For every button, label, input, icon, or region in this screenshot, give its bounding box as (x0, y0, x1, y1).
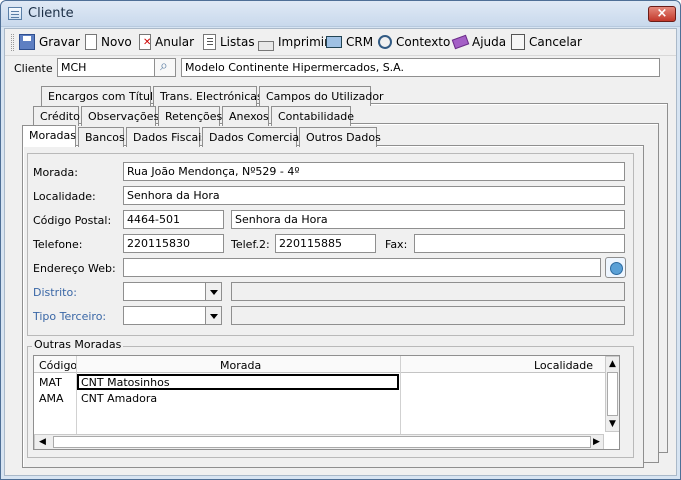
scroll-up-icon[interactable]: ▲ (609, 360, 616, 369)
crm-icon (326, 36, 342, 48)
scroll-right-icon[interactable]: ▶ (593, 438, 600, 447)
morada-label: Morada: (33, 166, 78, 179)
localidade-label: Localidade: (33, 190, 96, 203)
dropdown-arrow-icon[interactable] (205, 307, 221, 324)
list-icon (203, 34, 216, 50)
new-document-icon (85, 34, 97, 50)
toolbar: Gravar Novo Anular Listas Imprimir CRM C… (5, 29, 676, 56)
vertical-scrollbar[interactable]: ▲ ▼ (605, 356, 619, 432)
void-button[interactable]: Anular (139, 32, 194, 52)
district-label[interactable]: Distrito: (33, 286, 77, 299)
column-header-codigo[interactable]: Código (39, 359, 77, 372)
client-area: Gravar Novo Anular Listas Imprimir CRM C… (4, 28, 677, 476)
context-gear-icon (378, 35, 392, 49)
phone-label: Telefone: (33, 238, 83, 251)
web-address-label: Endereço Web: (33, 262, 116, 275)
tab-dados-comerciais[interactable]: Dados Comerciais (202, 127, 308, 147)
void-document-icon (139, 34, 151, 50)
row-address[interactable]: CNT Matosinhos (81, 376, 170, 389)
postal-locality-field[interactable]: Senhora da Hora (231, 210, 625, 229)
postal-code-field[interactable]: 4464-501 (123, 210, 224, 229)
column-header-localidade[interactable]: Localidade (534, 359, 593, 372)
save-button[interactable]: Gravar (19, 32, 80, 52)
toolbar-grip-icon[interactable] (11, 34, 14, 51)
phone2-field[interactable]: 220115885 (275, 234, 376, 253)
other-addresses-title: Outras Moradas (32, 338, 124, 351)
window-title: Cliente (28, 6, 74, 21)
horizontal-scrollbar[interactable]: ◀ ▶ (34, 434, 604, 449)
vertical-scroll-thumb[interactable] (607, 372, 618, 416)
dropdown-arrow-icon[interactable] (205, 283, 221, 300)
tab-outros-dados[interactable]: Outros Dados (299, 127, 381, 147)
row-code[interactable]: MAT (39, 376, 62, 389)
web-address-field[interactable] (123, 258, 601, 277)
scroll-down-icon[interactable]: ▼ (609, 420, 616, 429)
tab-trans-electronicas[interactable]: Trans. Electrónicas (153, 86, 263, 106)
tab-bancos[interactable]: Bancos (78, 127, 125, 147)
tab-anexos[interactable]: Anexos (222, 106, 269, 126)
district-select[interactable] (123, 282, 222, 301)
tab-campos-utilizador[interactable]: Campos do Utilizador (259, 86, 384, 106)
lists-button[interactable]: Listas (203, 32, 255, 52)
third-party-type-select[interactable] (123, 306, 222, 325)
open-web-button[interactable] (605, 257, 626, 278)
postal-code-label: Código Postal: (33, 214, 112, 227)
tab-dados-fiscais[interactable]: Dados Fiscais (126, 127, 207, 147)
app-icon (8, 7, 22, 20)
morada-field[interactable]: Rua João Mendonça, Nº529 - 4º (123, 162, 625, 181)
third-party-type-label[interactable]: Tipo Terceiro: (33, 310, 106, 323)
help-book-icon (451, 34, 470, 50)
client-window: Cliente × Gravar Novo Anular Listas Impr… (0, 0, 681, 480)
phone-field[interactable]: 220115830 (123, 234, 224, 253)
printer-icon (258, 41, 274, 51)
fax-field[interactable] (414, 234, 625, 253)
print-button[interactable]: Imprimir (258, 32, 329, 52)
title-bar[interactable]: Cliente × (1, 1, 680, 27)
tab-observacoes[interactable]: Observações (81, 106, 159, 126)
cancel-icon (511, 34, 525, 50)
scroll-left-icon[interactable]: ◀ (39, 438, 46, 447)
cancel-button[interactable]: Cancelar (511, 32, 582, 52)
grid-header (34, 356, 619, 373)
phone2-label: Telef.2: (231, 238, 270, 251)
row-code[interactable]: AMA (39, 392, 64, 405)
tab-retencoes[interactable]: Retenções (158, 106, 222, 126)
horizontal-scroll-thumb[interactable] (53, 436, 591, 448)
row-address[interactable]: CNT Amadora (81, 392, 157, 405)
third-party-description-field (231, 306, 625, 325)
crm-button[interactable]: CRM (326, 32, 373, 52)
client-search-button[interactable] (154, 58, 176, 77)
district-description-field (231, 282, 625, 301)
context-button[interactable]: Contexto (378, 32, 450, 52)
client-name-field[interactable]: Modelo Continente Hipermercados, S.A. (181, 58, 660, 77)
tab-credito[interactable]: Crédito (33, 106, 80, 126)
new-button[interactable]: Novo (85, 32, 132, 52)
other-addresses-grid: Código Morada Localidade MAT CNT Matosin… (33, 355, 620, 450)
save-icon (19, 34, 35, 50)
tab-contabilidade[interactable]: Contabilidade (271, 106, 354, 126)
tab-moradas[interactable]: Moradas (22, 125, 76, 147)
localidade-field[interactable]: Senhora da Hora (123, 186, 625, 205)
column-header-morada[interactable]: Morada (220, 359, 261, 372)
help-button[interactable]: Ajuda (451, 32, 506, 52)
tab-encargos[interactable]: Encargos com Títulos (41, 86, 166, 106)
close-button[interactable]: × (648, 6, 676, 22)
client-label: Cliente : (14, 62, 60, 75)
fax-label: Fax: (385, 238, 408, 251)
client-code-field[interactable]: MCH (57, 58, 155, 77)
